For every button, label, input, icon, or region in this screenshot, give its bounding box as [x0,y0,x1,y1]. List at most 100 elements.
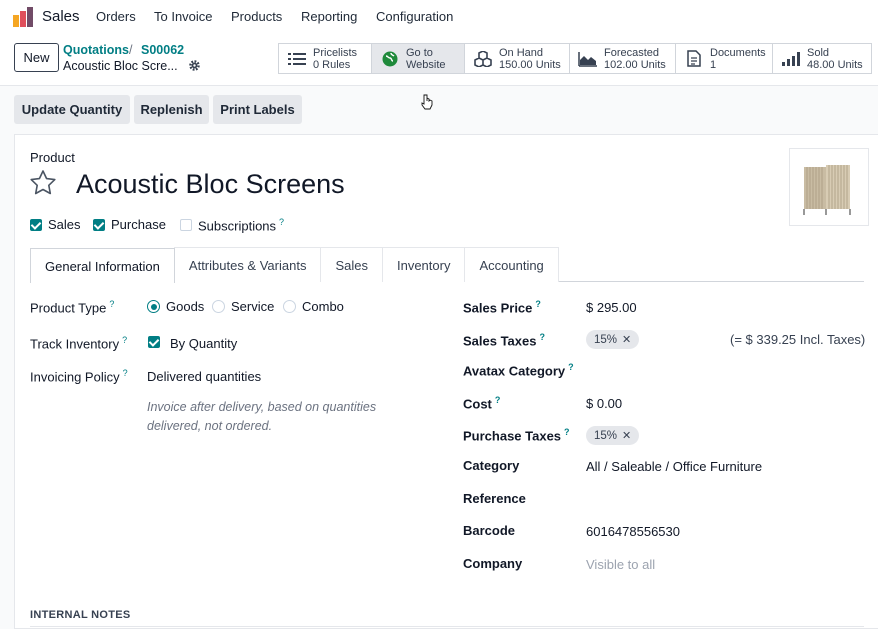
product-type-combo-label: Combo [302,299,344,314]
smart-button-value: 48.00 Units [807,58,863,71]
invoicing-policy-label: Invoicing Policy? [30,368,128,385]
avatax-category-label: Avatax Category? [463,362,574,379]
tab-inventory[interactable]: Inventory [381,247,466,282]
print-labels-button[interactable]: Print Labels [213,95,302,124]
product-type-label: Product Type? [30,299,115,316]
top-navbar: Sales Orders To Invoice Products Reporti… [0,0,878,34]
form-sheet: Product Acoustic Bloc Screens Sales Purc… [14,134,878,629]
help-tooltip-icon[interactable]: ? [535,299,541,309]
cubes-icon [473,50,493,68]
purchase-tax-tag[interactable]: 15% ✕ [586,426,640,445]
tab-sales[interactable]: Sales [320,247,383,282]
remove-tag-icon[interactable]: ✕ [622,429,631,442]
help-tooltip-icon[interactable]: ? [123,368,128,378]
tab-general-information[interactable]: General Information [30,248,175,283]
smart-button-title: On Hand [499,46,544,59]
reference-label: Reference [463,491,526,506]
barcode-label: Barcode [463,523,516,538]
product-label: Product [30,150,75,165]
smart-button-title: Documents [710,46,766,59]
favorite-star-icon[interactable] [29,169,57,197]
new-button[interactable]: New [14,43,59,72]
sales-price-value[interactable]: $ 295.00 [586,300,637,315]
gear-icon[interactable] [188,59,201,72]
product-type-service-radio[interactable] [212,300,225,313]
sales-checkbox[interactable] [30,219,42,231]
forecasted-smart-button[interactable]: Forecasted 102.00 Units [570,43,676,74]
app-name[interactable]: Sales [42,8,80,25]
smart-button-value: 0 Rules [313,58,351,71]
acoustic-screen-image [803,165,851,215]
update-quantity-button[interactable]: Update Quantity [14,95,130,124]
go-to-website-smart-button[interactable]: Go to Website [372,43,465,74]
smart-button-value: 102.00 Units [604,58,666,71]
help-tooltip-icon[interactable]: ? [539,332,545,342]
sales-price-label: Sales Price? [463,299,541,316]
menu-to-invoice[interactable]: To Invoice [154,9,213,24]
smart-button-value: 150.00 Units [499,58,561,71]
document-icon [684,50,704,68]
smart-button-title: Sold [807,46,830,59]
menu-configuration[interactable]: Configuration [376,9,453,24]
replenish-button[interactable]: Replenish [134,95,209,124]
help-tooltip-icon[interactable]: ? [564,427,570,437]
subscriptions-checkbox-label: Subscriptions? [198,217,285,234]
remove-tag-icon[interactable]: ✕ [622,333,631,346]
tab-accounting[interactable]: Accounting [464,247,559,282]
smart-buttons: Pricelists 0 Rules Go to Website On Hand 15… [278,43,872,74]
subscriptions-checkbox[interactable] [180,219,192,231]
help-tooltip-icon[interactable]: ? [279,217,284,227]
menu-reporting[interactable]: Reporting [301,9,357,24]
pricelists-smart-button[interactable]: Pricelists 0 Rules [279,43,372,74]
purchase-checkbox[interactable] [93,219,105,231]
breadcrumb-current-record: Acoustic Bloc Scre... [63,59,178,73]
breadcrumb-quotations[interactable]: Quotations [63,43,129,57]
signal-icon [781,50,801,68]
track-inventory-label: Track Inventory? [30,335,128,352]
sales-taxes-label: Sales Taxes? [463,332,545,349]
cost-value[interactable]: $ 0.00 [586,396,622,411]
sales-checkbox-label: Sales [48,217,81,232]
track-inventory-checkbox[interactable] [148,336,160,348]
control-panel: New Quotations / S00062 Acoustic Bloc Sc… [0,34,878,110]
help-tooltip-icon[interactable]: ? [122,335,127,345]
smart-button-title: Go to [406,46,433,59]
reference-input[interactable] [586,491,856,507]
smart-button-title: Forecasted [604,46,660,59]
product-type-service-label: Service [231,299,275,314]
mouse-cursor-icon [421,94,433,110]
sales-app-icon[interactable] [12,6,34,28]
help-tooltip-icon[interactable]: ? [568,362,574,372]
category-value[interactable]: All / Saleable / Office Furniture [586,459,762,474]
invoicing-policy-note: Invoice after delivery, based on quantit… [147,400,377,433]
section-divider [30,626,864,627]
help-tooltip-icon[interactable]: ? [109,299,114,309]
invoicing-policy-value[interactable]: Delivered quantities [147,369,261,384]
smart-button-title: Pricelists [313,46,358,59]
sales-tax-tag[interactable]: 15% ✕ [586,330,640,349]
breadcrumb-order[interactable]: S00062 [141,43,184,57]
product-type-goods-radio[interactable] [147,300,160,313]
list-icon [287,50,307,68]
track-inventory-value[interactable]: By Quantity [170,336,237,351]
on-hand-smart-button[interactable]: On Hand 150.00 Units [465,43,570,74]
product-image[interactable] [789,148,869,226]
product-type-combo-radio[interactable] [283,300,296,313]
area-chart-icon [578,50,598,68]
barcode-value[interactable]: 6016478556530 [586,524,680,539]
tab-attributes-variants[interactable]: Attributes & Variants [173,247,322,282]
menu-orders[interactable]: Orders [96,9,136,24]
product-name[interactable]: Acoustic Bloc Screens [76,169,345,200]
company-input[interactable]: Visible to all [586,557,655,572]
internal-notes-heading: INTERNAL NOTES [30,609,131,621]
smart-button-value: Website [406,58,446,71]
sold-smart-button[interactable]: Sold 48.00 Units [773,43,872,74]
company-label: Company [463,556,523,571]
cost-label: Cost? [463,395,501,412]
menu-products[interactable]: Products [231,9,282,24]
documents-smart-button[interactable]: Documents 1 [676,43,773,74]
category-label: Category [463,458,520,473]
smart-button-value: 1 [710,58,717,71]
help-tooltip-icon[interactable]: ? [495,395,501,405]
form-tabs: General Information Attributes & Variant… [30,247,864,283]
